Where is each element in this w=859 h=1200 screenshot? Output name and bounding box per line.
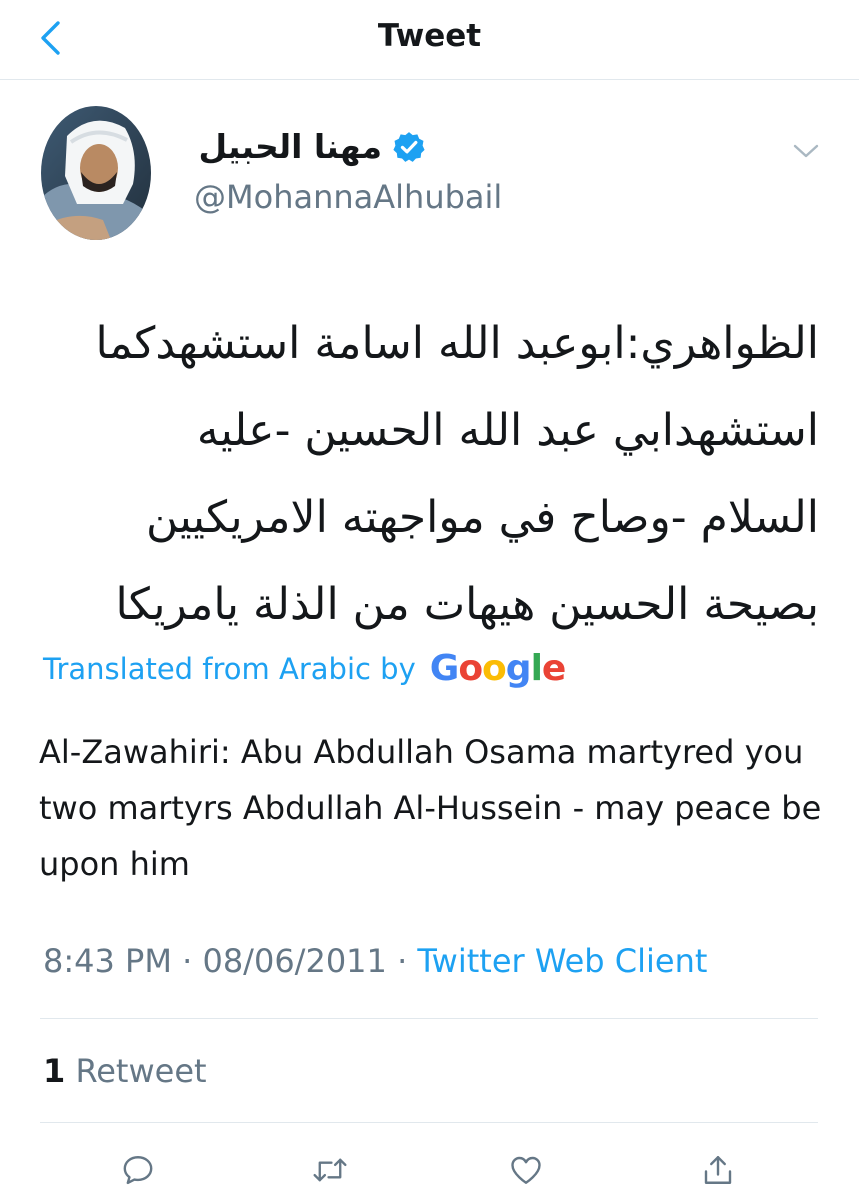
retweet-count: 1 — [43, 1052, 66, 1090]
divider — [40, 1122, 818, 1123]
tweet-text-line: استشهدابي عبد الله الحسين -عليه — [196, 405, 819, 456]
avatar[interactable] — [41, 106, 151, 240]
divider — [40, 1018, 818, 1019]
retweet-icon — [313, 1158, 347, 1182]
tweet-date: 08/06/2011 — [202, 942, 387, 980]
tweet-time: 8:43 PM — [43, 942, 172, 980]
tweet-text: الظواهري:ابوعبد الله اسامة استشهدكما است… — [34, 300, 819, 648]
tweet-text-line: السلام -وصاح في مواجهته الامريكيين — [146, 492, 819, 543]
meta-separator: · — [182, 942, 193, 980]
author-name-row[interactable]: مهنا الحبيل — [199, 127, 426, 166]
translate-link[interactable]: Translated from Arabic by G o o g l e — [43, 648, 567, 689]
retweet-button[interactable] — [308, 1148, 352, 1192]
google-logo-letter: o — [482, 648, 507, 689]
tweet-meta: 8:43 PM · 08/06/2011 · Twitter Web Clien… — [43, 942, 707, 980]
share-button[interactable] — [696, 1148, 740, 1192]
more-options-button[interactable] — [788, 134, 824, 168]
speech-bubble-icon — [123, 1156, 153, 1185]
retweet-count-link[interactable]: 1 Retweet — [43, 1052, 207, 1090]
tweet-source-link[interactable]: Twitter Web Client — [417, 942, 707, 980]
author-display-name: مهنا الحبيل — [198, 127, 382, 166]
chevron-down-icon — [793, 144, 819, 158]
google-logo-letter: e — [541, 648, 566, 689]
navigation-bar: Tweet — [0, 0, 859, 80]
tweet-text-line: بصيحة الحسين هيهات من الذلة يامريكا — [115, 579, 819, 630]
share-icon — [704, 1156, 732, 1184]
verified-badge-icon — [393, 131, 425, 162]
translated-label: Translated from Arabic by — [43, 651, 416, 686]
google-logo-letter: o — [458, 648, 483, 689]
tweet-text-line: الظواهري:ابوعبد الله اسامة استشهدكما — [95, 318, 819, 369]
google-logo: G o o g l e — [429, 648, 567, 689]
like-button[interactable] — [504, 1148, 548, 1192]
google-logo-letter: G — [429, 648, 460, 689]
google-logo-letter: l — [530, 648, 543, 689]
heart-icon — [511, 1156, 541, 1184]
author-handle[interactable]: @MohannaAlhubail — [194, 178, 502, 216]
page-title: Tweet — [377, 18, 482, 54]
google-logo-letter: g — [505, 648, 532, 689]
meta-separator: · — [397, 942, 408, 980]
translated-text: Al-Zawahiri: Abu Abdullah Osama martyred… — [39, 733, 822, 883]
retweet-label: Retweet — [75, 1052, 207, 1090]
reply-button[interactable] — [116, 1148, 160, 1192]
